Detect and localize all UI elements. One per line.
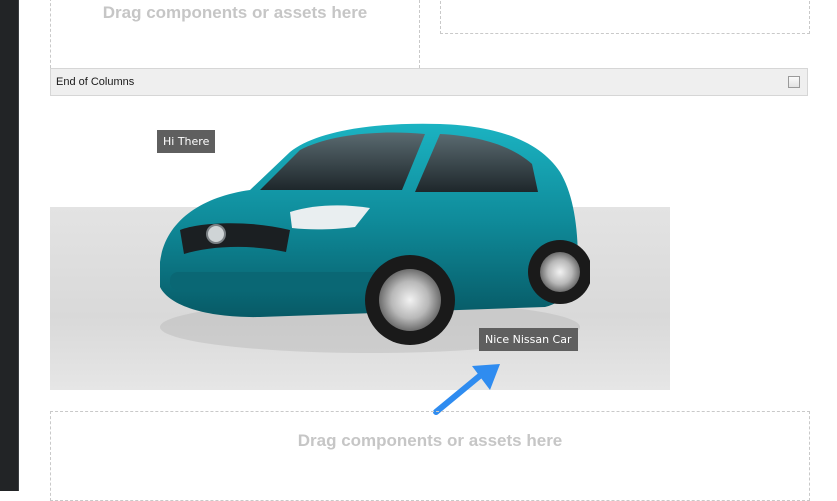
bottom-drop-label: Drag components or assets here [297,431,563,450]
left-sidebar-rail [0,0,18,491]
end-of-columns-label: End of Columns [56,76,135,88]
rear-rim [540,252,580,292]
end-of-columns-checkbox[interactable] [788,76,800,88]
bottom-dropzone[interactable]: Drag components or assets here [50,411,810,501]
column-left-drop-label: Drag components or assets here [102,3,368,22]
nissan-badge [206,224,226,244]
end-of-columns-bar[interactable]: End of Columns [50,68,808,96]
hotspot-nice-nissan-car[interactable]: Nice Nissan Car [479,328,578,351]
hotspot-hi-there[interactable]: Hi There [157,130,216,153]
column-right-dropzone[interactable] [440,0,810,34]
car-bumper [170,272,380,290]
front-rim [379,269,441,331]
sidebar-edge [18,0,19,491]
